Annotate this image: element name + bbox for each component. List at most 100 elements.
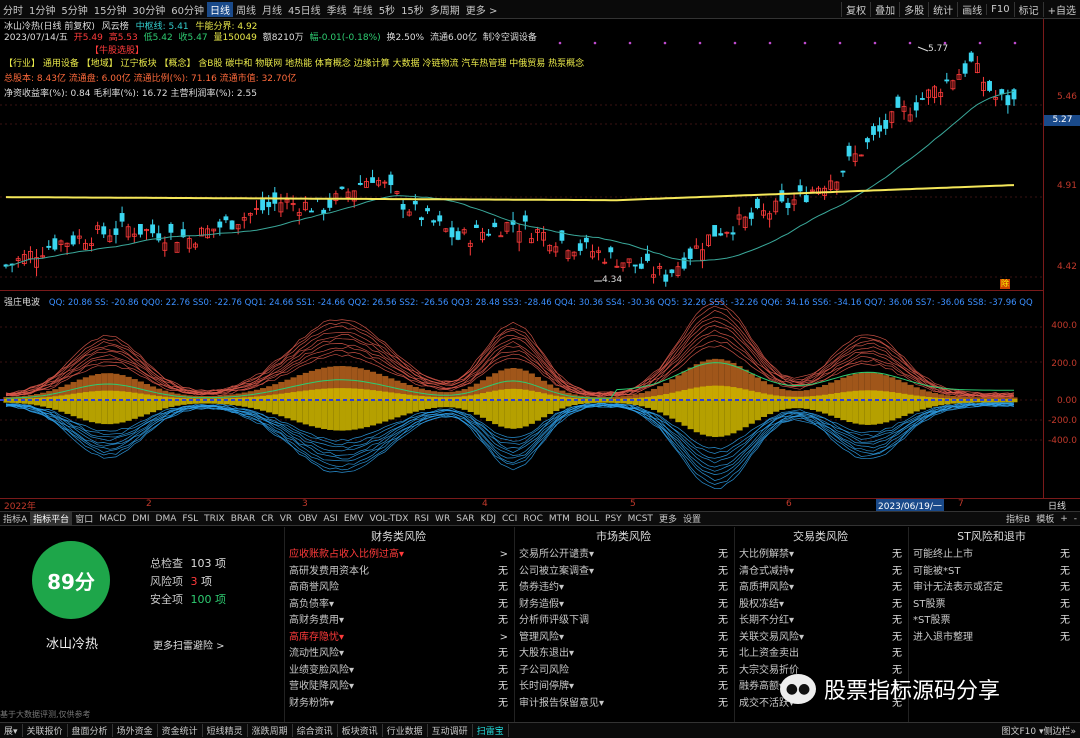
st-row[interactable]: 审计无法表示或否定 无 [909,580,1074,597]
finance-item-label[interactable]: 业绩变脸风险▾ [289,663,354,680]
timeframe-12[interactable]: 5秒 [376,2,398,17]
timeframe-11[interactable]: 年线 [350,2,376,17]
timeframe-6[interactable]: 日线 [206,1,233,17]
timeframe-7[interactable]: 周线 [233,2,259,17]
timeframe-0[interactable]: 分时 [0,2,26,17]
finance-item-label[interactable]: 高负债率▾ [289,597,334,614]
indicator-tab-18[interactable]: KDJ [478,514,500,524]
market-row[interactable]: 公司被立案调查▾ 无 [515,564,732,581]
wave-canvas[interactable] [0,292,1043,498]
indicator-tab-22[interactable]: BOLL [573,514,602,524]
finance-row[interactable]: 高商誉风险 无 [285,580,512,597]
status-item-0[interactable]: 展▾ [0,724,23,737]
finance-row[interactable]: 应收账款占收入比例过高▾ > [285,547,512,564]
st-item-label[interactable]: 进入退市整理 [913,630,973,647]
indicator-tab-26[interactable]: 设置 [680,512,704,525]
status-item-7[interactable]: 综合资讯 [293,724,338,737]
st-row[interactable]: 进入退市整理 无 [909,630,1074,647]
finance-row[interactable]: 高财务费用▾ 无 [285,613,512,630]
indicator-tab-0[interactable]: 指标A [0,512,30,525]
indicator-tab-5[interactable]: DMA [153,514,180,524]
finance-row[interactable]: 高研发费用资本化 无 [285,564,512,581]
status-item-11[interactable]: 扫雷宝 [473,724,509,737]
status-right[interactable]: 图文F10 ▾侧边栏» [1001,724,1076,737]
market-row[interactable]: 债券违约▾ 无 [515,580,732,597]
status-item-4[interactable]: 资金统计 [158,724,203,737]
timeframe-9[interactable]: 45日线 [285,2,324,17]
status-item-9[interactable]: 行业数据 [383,724,428,737]
market-item-label[interactable]: 长时间停牌▾ [519,679,574,696]
finance-row[interactable]: 高库存隐忧▾ > [285,630,512,647]
tool-button-1[interactable]: 叠加 [870,1,899,17]
trade-row[interactable]: 清仓式减持▾ 无 [735,564,906,581]
indicator-tab-24[interactable]: MCST [625,514,656,524]
status-item-8[interactable]: 板块资讯 [338,724,383,737]
finance-item-label[interactable]: 应收账款占收入比例过高▾ [289,547,404,564]
status-item-3[interactable]: 场外资金 [113,724,158,737]
tool-button-4[interactable]: 画线 [957,1,986,17]
indicator-tab-1[interactable]: 指标平台 [30,512,73,525]
indicator-tab-10[interactable]: VR [277,514,295,524]
status-item-1[interactable]: 关联报价 [23,724,68,737]
market-row[interactable]: 审计报告保留意见▾ 无 [515,696,732,713]
st-row[interactable]: ST股票 无 [909,597,1074,614]
market-item-label[interactable]: 大股东退出▾ [519,646,574,663]
timeframe-10[interactable]: 季线 [324,2,350,17]
timeframe-15[interactable]: 更多 > [463,2,501,17]
market-row[interactable]: 分析师评级下调 无 [515,613,732,630]
st-item-label[interactable]: 可能终止上市 [913,547,973,564]
finance-item-label[interactable]: 高商誉风险 [289,580,339,597]
indicator-tab-right-0[interactable]: 指标B [1003,512,1033,525]
indicator-tab-4[interactable]: DMI [129,514,152,524]
indicator-tab-20[interactable]: ROC [520,514,546,524]
status-item-6[interactable]: 涨跌周期 [248,724,293,737]
timeframe-2[interactable]: 5分钟 [58,2,90,17]
market-item-label[interactable]: 审计报告保留意见▾ [519,696,604,713]
trade-item-label[interactable]: 股权冻结▾ [739,597,784,614]
indicator-tab-6[interactable]: FSL [179,514,201,524]
market-row[interactable]: 子公司风险 无 [515,663,732,680]
trade-item-label[interactable]: 长期不分红▾ [739,613,794,630]
trade-item-label[interactable]: 北上资金卖出 [739,646,799,663]
finance-item-label[interactable]: 营收陡降风险▾ [289,679,354,696]
timeframe-4[interactable]: 30分钟 [129,2,168,17]
finance-item-label[interactable]: 流动性风险▾ [289,646,344,663]
kline-chart[interactable]: 冰山冷热(日线 前复权) 风云榜 中枢线: 5.41 牛能分界: 4.92 20… [0,19,1043,291]
finance-item-label[interactable]: 财务粉饰▾ [289,696,334,713]
trade-item-label[interactable]: 关联交易风险▾ [739,630,804,647]
tool-button-0[interactable]: 复权 [841,1,870,17]
market-item-label[interactable]: 交易所公开谴责▾ [519,547,594,564]
indicator-tab-19[interactable]: CCI [499,514,520,524]
indicator-tab-7[interactable]: TRIX [201,514,228,524]
finance-row[interactable]: 高负债率▾ 无 [285,597,512,614]
trade-item-label[interactable]: 融券高额▾ [739,679,784,696]
finance-row[interactable]: 业绩变脸风险▾ 无 [285,663,512,680]
indicator-tab-17[interactable]: SAR [453,514,477,524]
sub-name[interactable]: 强庄电波 [4,298,40,308]
indicator-tab-16[interactable]: WR [432,514,453,524]
market-item-label[interactable]: 财务造假▾ [519,597,564,614]
picker-badge[interactable]: 【牛股选股】 [90,43,144,56]
status-item-5[interactable]: 短线精灵 [203,724,248,737]
finance-item-label[interactable]: 高研发费用资本化 [289,564,369,581]
market-row[interactable]: 管理风险▾ 无 [515,630,732,647]
finance-item-label[interactable]: 高财务费用▾ [289,613,344,630]
market-row[interactable]: 财务造假▾ 无 [515,597,732,614]
timeframe-13[interactable]: 15秒 [398,2,427,17]
st-row[interactable]: 可能被*ST 无 [909,564,1074,581]
timeframe-5[interactable]: 60分钟 [168,2,207,17]
indicator-tab-right-2[interactable]: + [1057,514,1071,524]
indicator-tab-14[interactable]: VOL-TDX [366,514,411,524]
market-row[interactable]: 交易所公开谴责▾ 无 [515,547,732,564]
tool-button-3[interactable]: 统计 [928,1,957,17]
timeframe-14[interactable]: 多周期 [427,2,463,17]
tool-button-7[interactable]: +自选 [1042,1,1080,17]
market-item-label[interactable]: 公司被立案调查▾ [519,564,594,581]
st-row[interactable]: 可能终止上市 无 [909,547,1074,564]
finance-item-label[interactable]: 高库存隐忧▾ [289,630,344,647]
st-row[interactable]: *ST股票 无 [909,613,1074,630]
trade-item-label[interactable]: 大比例解禁▾ [739,547,794,564]
trade-row[interactable]: 北上资金卖出 无 [735,646,906,663]
finance-row[interactable]: 流动性风险▾ 无 [285,646,512,663]
indicator-tab-12[interactable]: ASI [320,514,341,524]
